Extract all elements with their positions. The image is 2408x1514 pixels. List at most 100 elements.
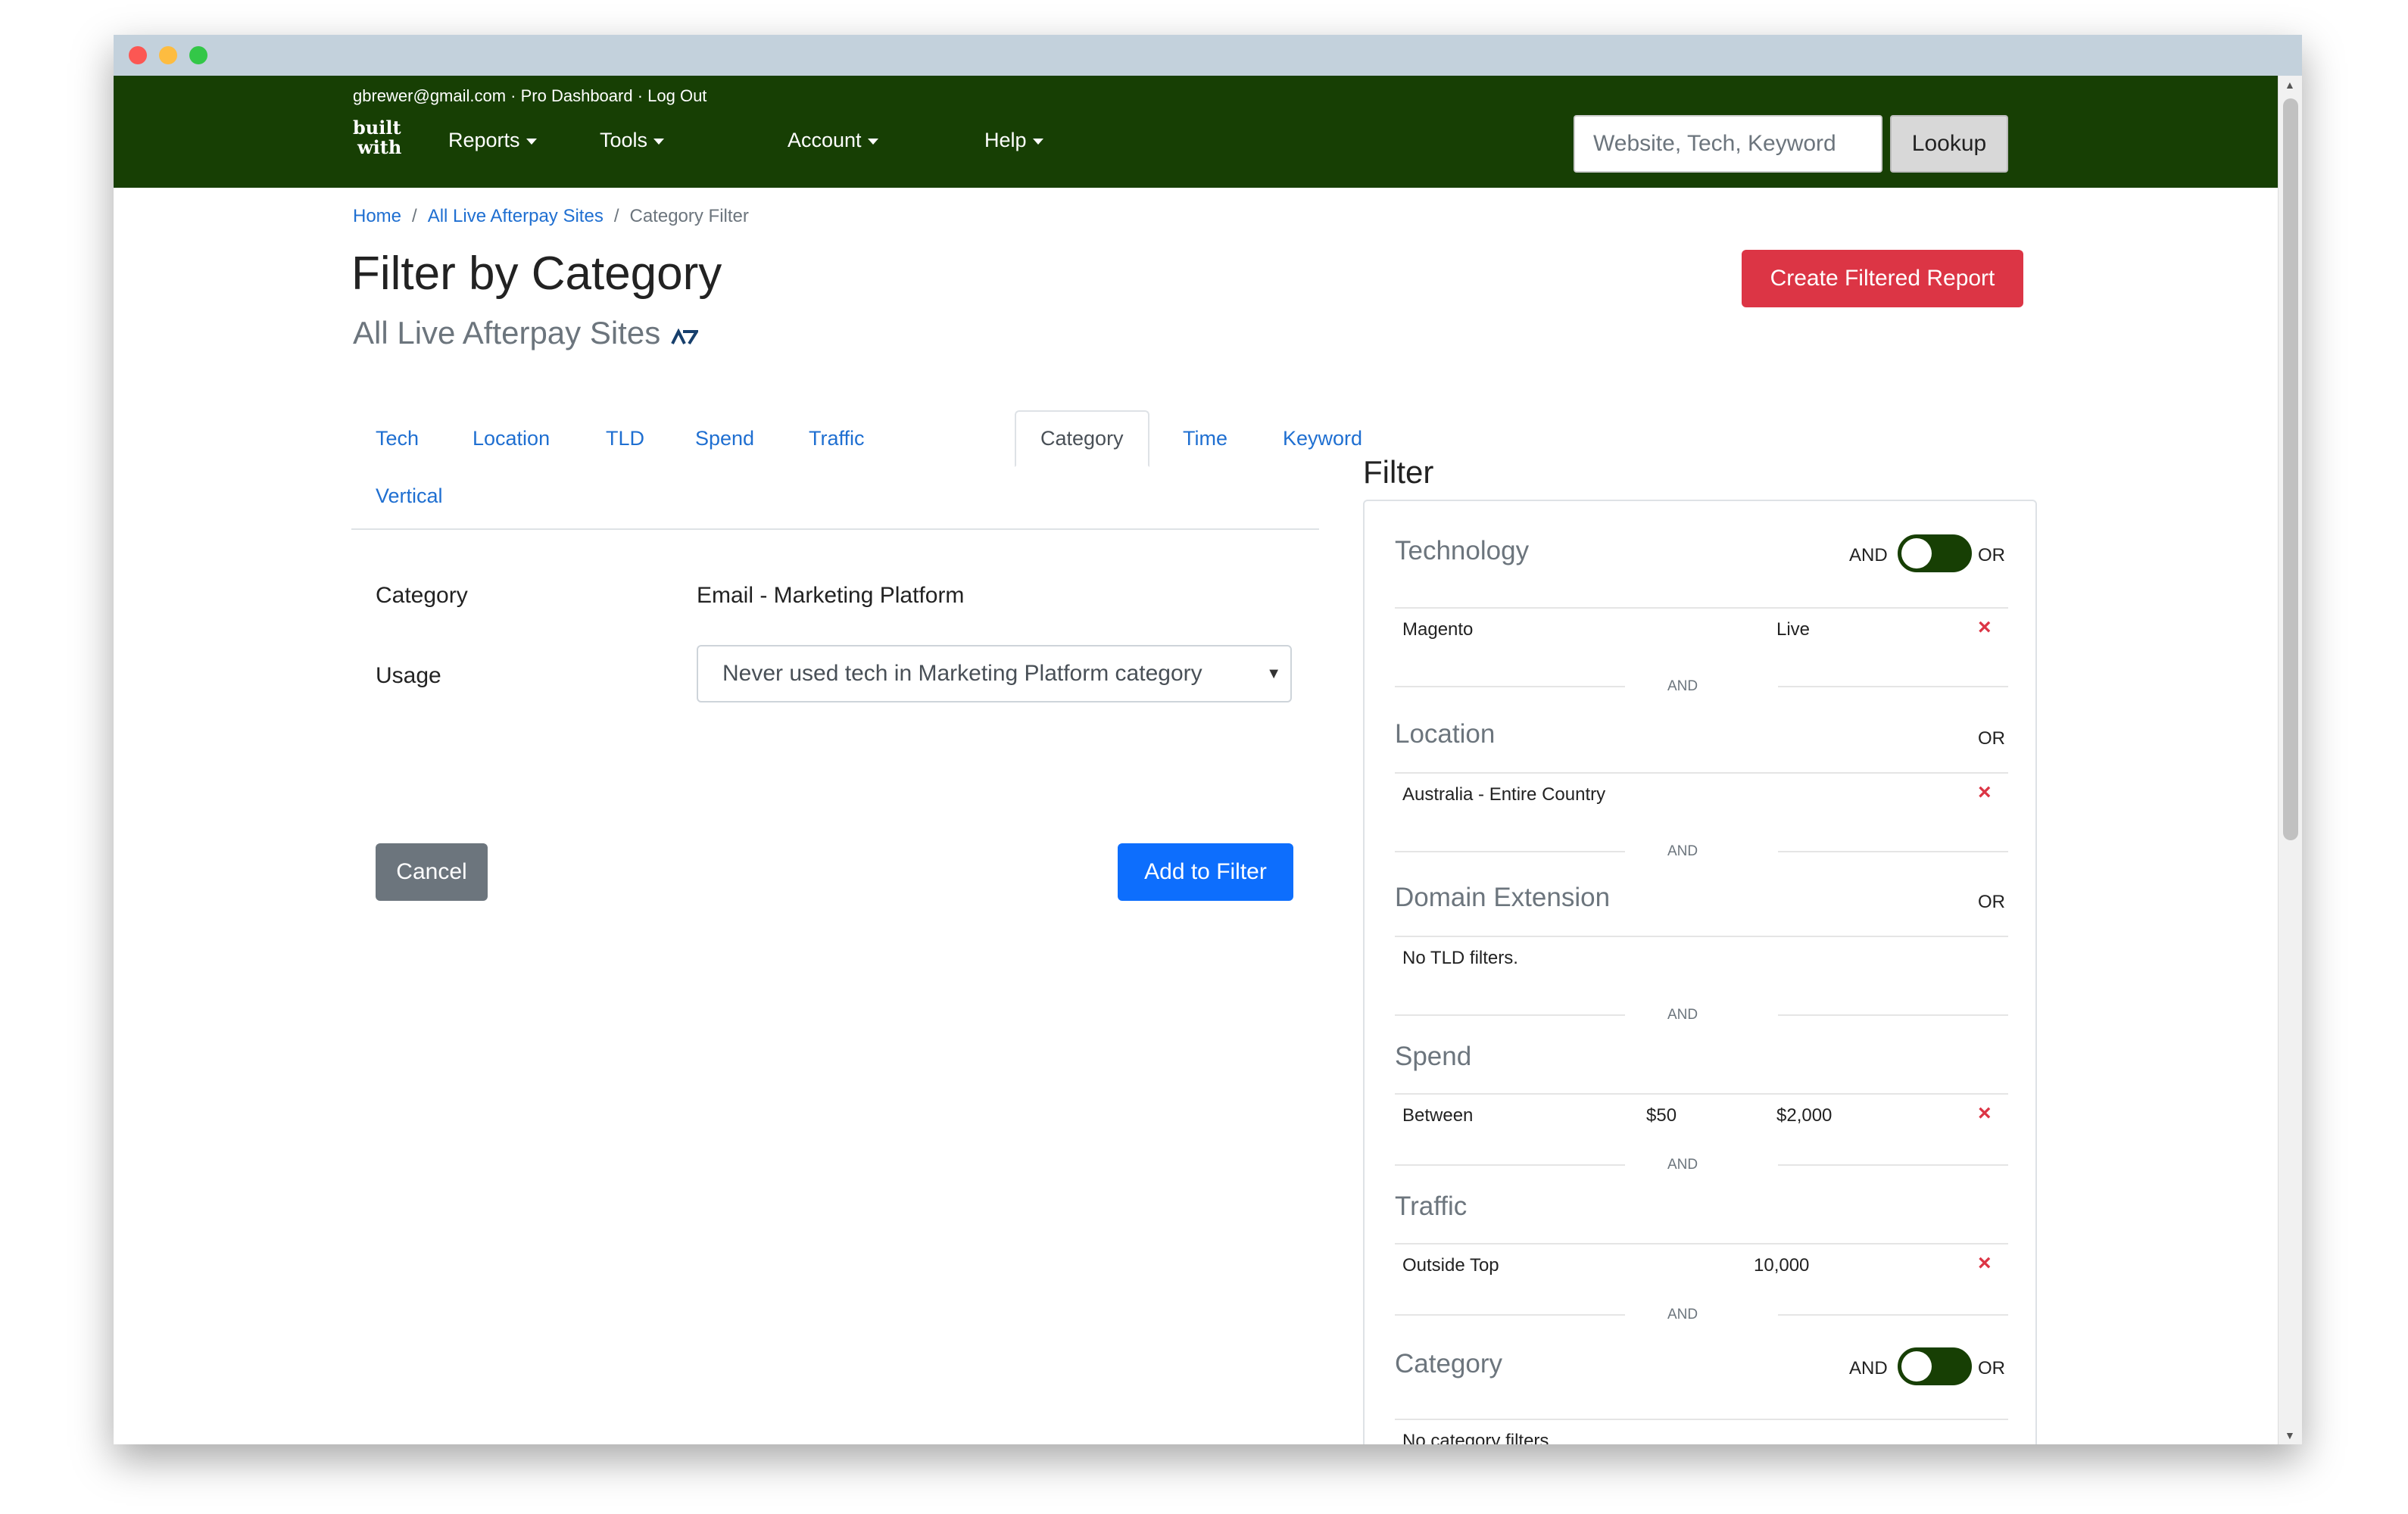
divider — [1395, 1314, 1625, 1316]
add-to-filter-button[interactable]: Add to Filter — [1118, 843, 1293, 901]
page-subtitle-text: All Live Afterpay Sites — [353, 315, 661, 350]
filter-panel: Technology AND OR Magento Live × AND Loc… — [1363, 500, 2037, 1444]
nav-tools[interactable]: Tools — [600, 129, 665, 152]
tab-vertical[interactable]: Vertical — [376, 484, 443, 508]
tab-time[interactable]: Time — [1183, 427, 1227, 450]
domain-extension-section-title: Domain Extension — [1395, 883, 1611, 912]
divider — [1395, 1093, 2008, 1095]
create-filtered-report-button[interactable]: Create Filtered Report — [1742, 250, 2023, 307]
builtwith-logo[interactable]: built with — [353, 118, 401, 165]
tab-keyword[interactable]: Keyword — [1283, 427, 1362, 450]
nav-help-label: Help — [984, 129, 1027, 151]
close-window-button[interactable] — [129, 46, 147, 64]
and-connector: AND — [1667, 1157, 1698, 1173]
location-section-title: Location — [1395, 719, 1496, 749]
breadcrumb-separator: / — [613, 206, 619, 226]
nav-help[interactable]: Help — [984, 129, 1043, 152]
browser-window: gbrewer@gmail.com · Pro Dashboard · Log … — [114, 35, 2302, 1444]
scrollbar-thumb[interactable] — [2283, 98, 2298, 840]
page-viewport: gbrewer@gmail.com · Pro Dashboard · Log … — [114, 76, 2278, 1444]
chevron-down-icon — [526, 138, 537, 145]
divider — [1778, 1164, 2008, 1166]
traffic-section-title: Traffic — [1395, 1192, 1468, 1221]
divider — [1395, 607, 2008, 609]
divider — [1778, 686, 2008, 687]
category-and-or-toggle[interactable] — [1898, 1347, 1972, 1385]
traffic-label: Outside Top — [1402, 1255, 1499, 1276]
vertical-scrollbar[interactable]: ▲ ▼ — [2278, 76, 2302, 1444]
maximize-window-button[interactable] — [189, 46, 207, 64]
divider — [1395, 1164, 1625, 1166]
divider — [1395, 936, 2008, 937]
top-navbar: gbrewer@gmail.com · Pro Dashboard · Log … — [114, 76, 2278, 188]
cancel-button[interactable]: Cancel — [376, 843, 488, 901]
spend-section-title: Spend — [1395, 1042, 1472, 1071]
divider — [1395, 686, 1625, 687]
remove-traffic-icon[interactable]: × — [1978, 1251, 1992, 1276]
toggle-knob — [1901, 1351, 1932, 1382]
remove-spend-icon[interactable]: × — [1978, 1101, 1992, 1126]
minimize-window-button[interactable] — [159, 46, 177, 64]
nav-account[interactable]: Account — [788, 129, 878, 152]
tab-tld[interactable]: TLD — [606, 427, 644, 450]
divider — [1395, 1014, 1625, 1016]
technology-section-title: Technology — [1395, 536, 1530, 565]
category-empty-message: No category filters. — [1402, 1431, 1555, 1444]
and-connector: AND — [1667, 843, 1698, 859]
location-item: Australia - Entire Country — [1402, 784, 1606, 805]
page-subtitle: All Live Afterpay Sites — [353, 315, 700, 353]
tab-location[interactable]: Location — [473, 427, 550, 450]
category-value: Email - Marketing Platform — [697, 583, 965, 608]
breadcrumb-current: Category Filter — [629, 206, 749, 226]
scroll-down-arrow-icon[interactable]: ▼ — [2285, 1429, 2295, 1441]
usage-select[interactable]: Never used tech in Marketing Platform ca… — [697, 645, 1292, 702]
breadcrumb-all-live-afterpay-sites[interactable]: All Live Afterpay Sites — [428, 206, 604, 226]
domain-extension-or-label: OR — [1978, 892, 2005, 912]
and-connector: AND — [1667, 1007, 1698, 1023]
dropdown-arrow-icon: ▼ — [1266, 665, 1281, 682]
breadcrumb-home[interactable]: Home — [353, 206, 401, 226]
remove-location-icon[interactable]: × — [1978, 780, 1992, 805]
spend-max: $2,000 — [1776, 1105, 1833, 1126]
breadcrumb-separator: / — [412, 206, 417, 226]
location-or-label: OR — [1978, 728, 2005, 749]
tab-category[interactable]: Category — [1015, 410, 1149, 467]
category-or-label: OR — [1978, 1358, 2005, 1378]
divider — [1778, 851, 2008, 852]
remove-technology-icon[interactable]: × — [1978, 615, 1992, 640]
lookup-button[interactable]: Lookup — [1890, 115, 2008, 173]
breadcrumb: Home / All Live Afterpay Sites / Category Fi… — [353, 206, 749, 227]
lookup-search-input[interactable]: Website, Tech, Keyword — [1574, 115, 1882, 173]
toggle-knob — [1901, 538, 1932, 569]
divider — [1395, 772, 2008, 774]
and-connector: AND — [1667, 1307, 1698, 1322]
traffic-value: 10,000 — [1754, 1255, 1810, 1276]
filter-tabs: Tech Location TLD Spend Traffic Category… — [351, 410, 1362, 530]
filter-title: Filter — [1363, 454, 1434, 490]
usage-label: Usage — [376, 663, 441, 688]
nav-account-label: Account — [788, 129, 862, 151]
technology-and-label: AND — [1849, 545, 1888, 565]
divider — [1395, 851, 1625, 852]
spend-label: Between — [1402, 1105, 1474, 1126]
technology-status: Live — [1776, 619, 1811, 640]
scroll-up-arrow-icon[interactable]: ▲ — [2285, 79, 2295, 91]
tab-tech[interactable]: Tech — [376, 427, 419, 450]
usage-select-value: Never used tech in Marketing Platform ca… — [722, 661, 1202, 686]
chevron-down-icon — [867, 138, 878, 145]
logo-text-bottom: with — [357, 136, 402, 158]
afterpay-logo-icon — [671, 316, 700, 353]
tab-spend[interactable]: Spend — [695, 427, 754, 450]
page-title: Filter by Category — [351, 248, 722, 300]
technology-and-or-toggle[interactable] — [1898, 534, 1972, 572]
spend-min: $50 — [1646, 1105, 1677, 1126]
and-connector: AND — [1667, 678, 1698, 694]
nav-reports[interactable]: Reports — [448, 129, 537, 152]
title-bar — [114, 35, 2302, 76]
technology-or-label: OR — [1978, 545, 2005, 565]
user-menu[interactable]: gbrewer@gmail.com · Pro Dashboard · Log … — [353, 86, 706, 106]
chevron-down-icon — [1032, 138, 1043, 145]
nav-tools-label: Tools — [600, 129, 648, 151]
tab-traffic[interactable]: Traffic — [809, 427, 865, 450]
tld-empty-message: No TLD filters. — [1402, 948, 1518, 968]
